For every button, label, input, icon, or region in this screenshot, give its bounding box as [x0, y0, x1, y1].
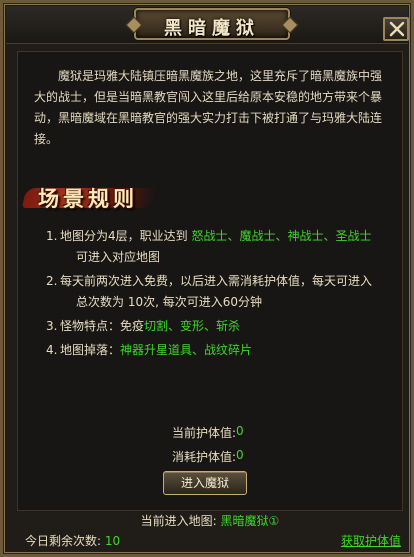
current-map-value: 黑暗魔狱①: [220, 514, 280, 528]
close-button[interactable]: [383, 17, 409, 41]
rule-item-4: 4. 地图掉落：神器升星道具、战纹碎片: [46, 340, 396, 361]
rule-continuation: 可进入对应地图: [76, 250, 161, 264]
rule-number: 2.: [46, 274, 58, 288]
current-stamina-value: 0: [236, 424, 244, 438]
dark-prison-window: 黑暗魔狱 魔狱是玛雅大陆镇压暗黑魔族之地，这里充斥了暗黑魔族中强大的战士，但是当…: [0, 0, 414, 557]
rule-item-1: 1. 地图分为4层，职业达到 怒战士、魔战士、神战士、圣战士 可进入对应地图: [46, 226, 396, 268]
current-stamina-row: 当前护体值: 0: [18, 424, 404, 442]
remaining-label: 今日剩余次数:: [25, 534, 102, 548]
rules-heading-banner: 场景规则: [21, 180, 160, 214]
rule-continuation: 总次数为 10次, 每次可进入60分钟: [76, 295, 262, 309]
current-map-label: 当前进入地图:: [140, 514, 217, 528]
rule-text: 地图掉落：: [60, 343, 121, 357]
rules-list: 1. 地图分为4层，职业达到 怒战士、魔战士、神战士、圣战士 可进入对应地图 2…: [46, 226, 396, 364]
current-map-line: 当前进入地图: 黑暗魔狱①: [3, 512, 414, 529]
intro-text: 魔狱是玛雅大陆镇压暗黑魔族之地，这里充斥了暗黑魔族中强大的战士，但是当暗黑教官闯…: [34, 69, 383, 146]
content-area: 魔狱是玛雅大陆镇压暗黑魔族之地，这里充斥了暗黑魔族中强大的战士，但是当暗黑教官闯…: [17, 51, 403, 511]
cost-stamina-value: 0: [236, 448, 244, 462]
close-icon: [389, 21, 405, 37]
rule-item-2: 2. 每天前两次进入免费，以后进入需消耗护体值，每天可进入 总次数为 10次, …: [46, 271, 396, 313]
rule-number: 3.: [46, 319, 58, 333]
rules-heading: 场景规则: [38, 186, 138, 211]
rule-classes: 怒战士、魔战士、神战士、圣战士: [191, 229, 372, 243]
cost-stamina-label: 消耗护体值:: [171, 450, 236, 464]
current-stamina-label: 当前护体值:: [171, 426, 236, 440]
rule-text: 怪物特点：免疫: [60, 319, 145, 333]
title-bar: 黑暗魔狱: [6, 6, 409, 44]
rule-text: 每天前两次进入免费，以后进入需消耗护体值，每天可进入: [60, 274, 373, 288]
title-plate: 黑暗魔狱: [134, 8, 290, 40]
window-title: 黑暗魔狱: [164, 18, 260, 39]
rule-drops: 神器升星道具、战纹碎片: [120, 343, 253, 357]
rule-item-3: 3. 怪物特点：免疫切割、变形、斩杀: [46, 316, 396, 337]
rule-text: 地图分为4层，职业达到: [60, 229, 188, 243]
enter-prison-button[interactable]: 进入魔狱: [163, 471, 247, 495]
rule-number: 4.: [46, 343, 58, 357]
get-stamina-link[interactable]: 获取护体值: [341, 532, 401, 549]
cost-stamina-row: 消耗护体值: 0: [18, 448, 404, 466]
remaining-count-line: 今日剩余次数: 10: [25, 532, 120, 549]
rule-number: 1.: [46, 229, 58, 243]
rule-traits: 切割、变形、斩杀: [144, 319, 241, 333]
remaining-value: 10: [104, 534, 121, 548]
